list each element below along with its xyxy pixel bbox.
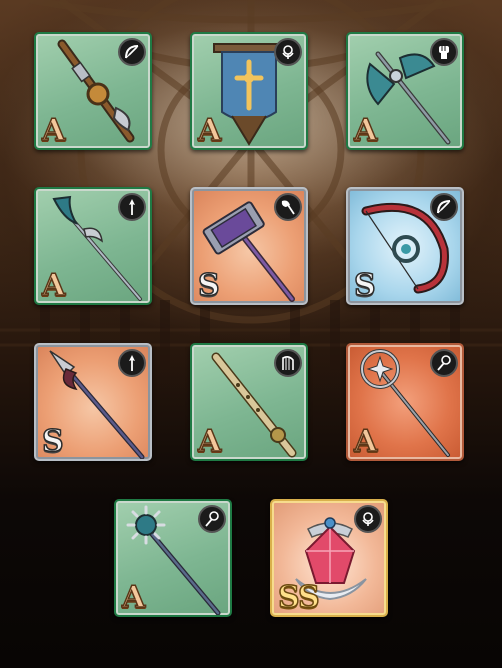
weapon-type-badge (118, 38, 146, 66)
weapon-type-badge (274, 349, 302, 377)
spear-icon (129, 355, 135, 371)
rank-label: S (197, 268, 220, 303)
rank-label: A (197, 424, 222, 459)
weapon-type-badge (274, 193, 302, 221)
rank-label: A (353, 113, 378, 148)
rank-label: A (41, 268, 66, 303)
staff-icon (437, 355, 451, 371)
rank-label: A (121, 580, 146, 615)
weapon-grid: A A A A S S S A A A SS (0, 0, 502, 668)
harp-icon (282, 45, 294, 59)
staff-icon (205, 511, 219, 527)
weapon-card-warhammer[interactable]: S (190, 187, 308, 305)
weapon-card-crossbow[interactable]: A (34, 32, 152, 150)
weapon-card-spear[interactable]: S (34, 343, 152, 461)
rank-label: S (353, 268, 376, 303)
rank-label: A (41, 113, 66, 148)
bow-icon (437, 200, 451, 214)
weapon-card-sun-staff[interactable]: A (114, 499, 232, 617)
weapon-type-badge (430, 349, 458, 377)
rank-label: S (41, 424, 64, 459)
rank-label: A (197, 113, 222, 148)
weapon-card-halberd-axe[interactable]: A (346, 32, 464, 150)
weapon-card-flute-staff[interactable]: A (190, 343, 308, 461)
weapon-card-glaive[interactable]: A (34, 187, 152, 305)
fist-icon (439, 46, 449, 59)
weapon-type-badge (118, 193, 146, 221)
weapon-card-banner[interactable]: A (190, 32, 308, 150)
harp-icon (282, 356, 294, 370)
weapon-type-badge (198, 505, 226, 533)
weapon-type-badge (274, 38, 302, 66)
weapon-type-badge (430, 193, 458, 221)
harp-icon (362, 512, 374, 526)
spear-icon (129, 199, 135, 215)
bow-icon (125, 45, 139, 59)
axe-icon (281, 200, 295, 215)
weapon-type-badge (118, 349, 146, 377)
weapon-card-recurve-bow[interactable]: S (346, 187, 464, 305)
weapon-type-badge (430, 38, 458, 66)
weapon-card-star-staff[interactable]: A (346, 343, 464, 461)
rank-label: A (353, 424, 378, 459)
rank-label: SS (277, 580, 320, 615)
weapon-type-badge (354, 505, 382, 533)
weapon-card-crystal-orb[interactable]: SS (270, 499, 388, 617)
